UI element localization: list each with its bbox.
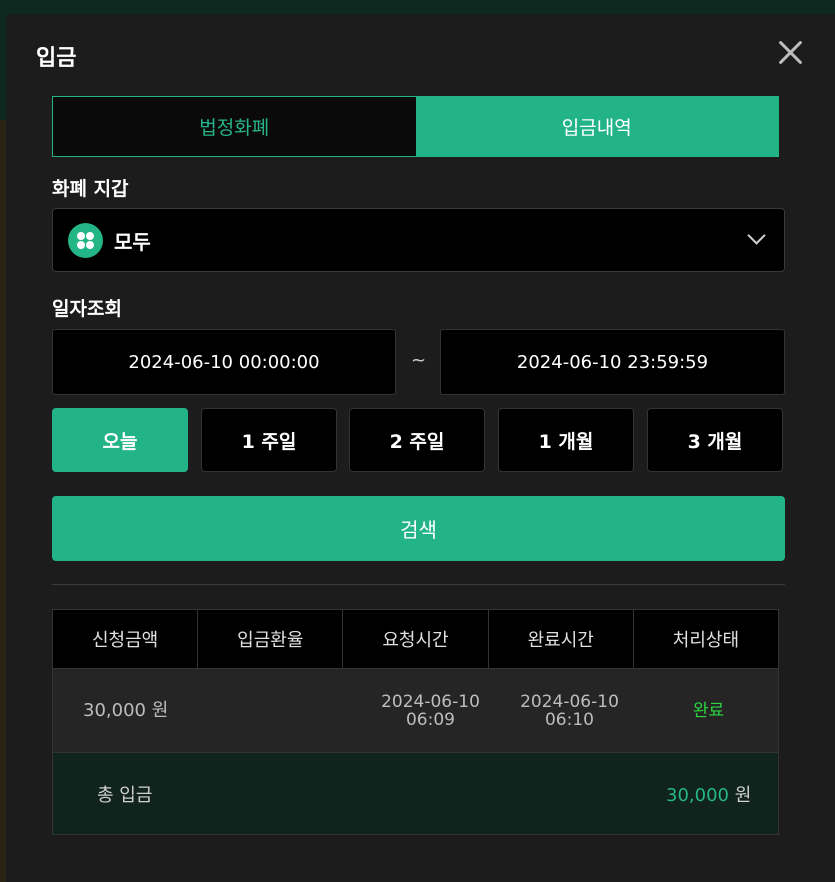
period-today-button[interactable]: 오늘 bbox=[52, 408, 188, 472]
complete-date: 2024-06-10 bbox=[520, 691, 619, 712]
total-amount-value: 30,000 bbox=[666, 785, 729, 806]
header-rate: 입금환율 bbox=[198, 610, 344, 668]
all-coins-icon bbox=[68, 223, 103, 258]
chevron-down-icon bbox=[747, 226, 766, 245]
search-button[interactable]: 검색 bbox=[52, 496, 785, 561]
modal-title: 입금 bbox=[36, 46, 77, 71]
table-row: 30,000 원 2024-06-10 06:09 2024-06-10 06:… bbox=[53, 668, 778, 752]
close-icon[interactable] bbox=[774, 36, 806, 68]
cell-amount: 30,000 원 bbox=[83, 699, 169, 721]
period-3month-button[interactable]: 3 개월 bbox=[647, 408, 783, 472]
total-amount-unit: 원 bbox=[734, 785, 752, 806]
header-amount: 신청금액 bbox=[53, 610, 199, 668]
complete-time: 06:10 bbox=[544, 709, 594, 730]
date-from-input[interactable] bbox=[52, 329, 396, 395]
cell-complete-time: 2024-06-10 06:10 bbox=[500, 669, 639, 752]
date-to-input[interactable] bbox=[440, 329, 785, 395]
period-2week-button[interactable]: 2 주일 bbox=[349, 408, 485, 472]
table-total-row: 총 입금 30,000 원 bbox=[53, 752, 778, 834]
date-separator: ~ bbox=[411, 350, 427, 371]
header-status: 처리상태 bbox=[672, 630, 740, 651]
period-1month-button[interactable]: 1 개월 bbox=[498, 408, 634, 472]
wallet-select-value: 모두 bbox=[114, 230, 151, 254]
deposit-history-table: 신청금액 입금환율 요청시간 완료시간 처리상태 30,000 원 2024-0… bbox=[52, 609, 779, 835]
deposit-modal: 입금 법정화폐 입금내역 화폐 지갑 모두 일자조회 ~ 오늘 1 주일 2 주… bbox=[6, 14, 835, 882]
cell-rate bbox=[222, 669, 361, 752]
tab-fiat[interactable]: 법정화폐 bbox=[53, 97, 416, 156]
total-label: 총 입금 bbox=[97, 785, 153, 806]
request-time: 06:09 bbox=[405, 709, 455, 730]
request-date: 2024-06-10 bbox=[381, 691, 480, 712]
date-label: 일자조회 bbox=[52, 298, 122, 320]
tab-bar: 법정화폐 입금내역 bbox=[52, 96, 779, 157]
tab-deposit-history[interactable]: 입금내역 bbox=[415, 97, 778, 156]
cell-request-time: 2024-06-10 06:09 bbox=[361, 669, 500, 752]
wallet-select[interactable]: 모두 bbox=[52, 208, 785, 272]
divider bbox=[52, 584, 785, 585]
wallet-label: 화폐 지갑 bbox=[52, 178, 129, 200]
table-header: 신청금액 입금환율 요청시간 완료시간 처리상태 bbox=[53, 610, 778, 668]
header-complete-time: 완료시간 bbox=[489, 610, 634, 668]
period-1week-button[interactable]: 1 주일 bbox=[201, 408, 337, 472]
header-request-time: 요청시간 bbox=[343, 610, 489, 668]
total-amount: 30,000 원 bbox=[666, 781, 751, 807]
status-badge: 완료 bbox=[692, 700, 725, 721]
